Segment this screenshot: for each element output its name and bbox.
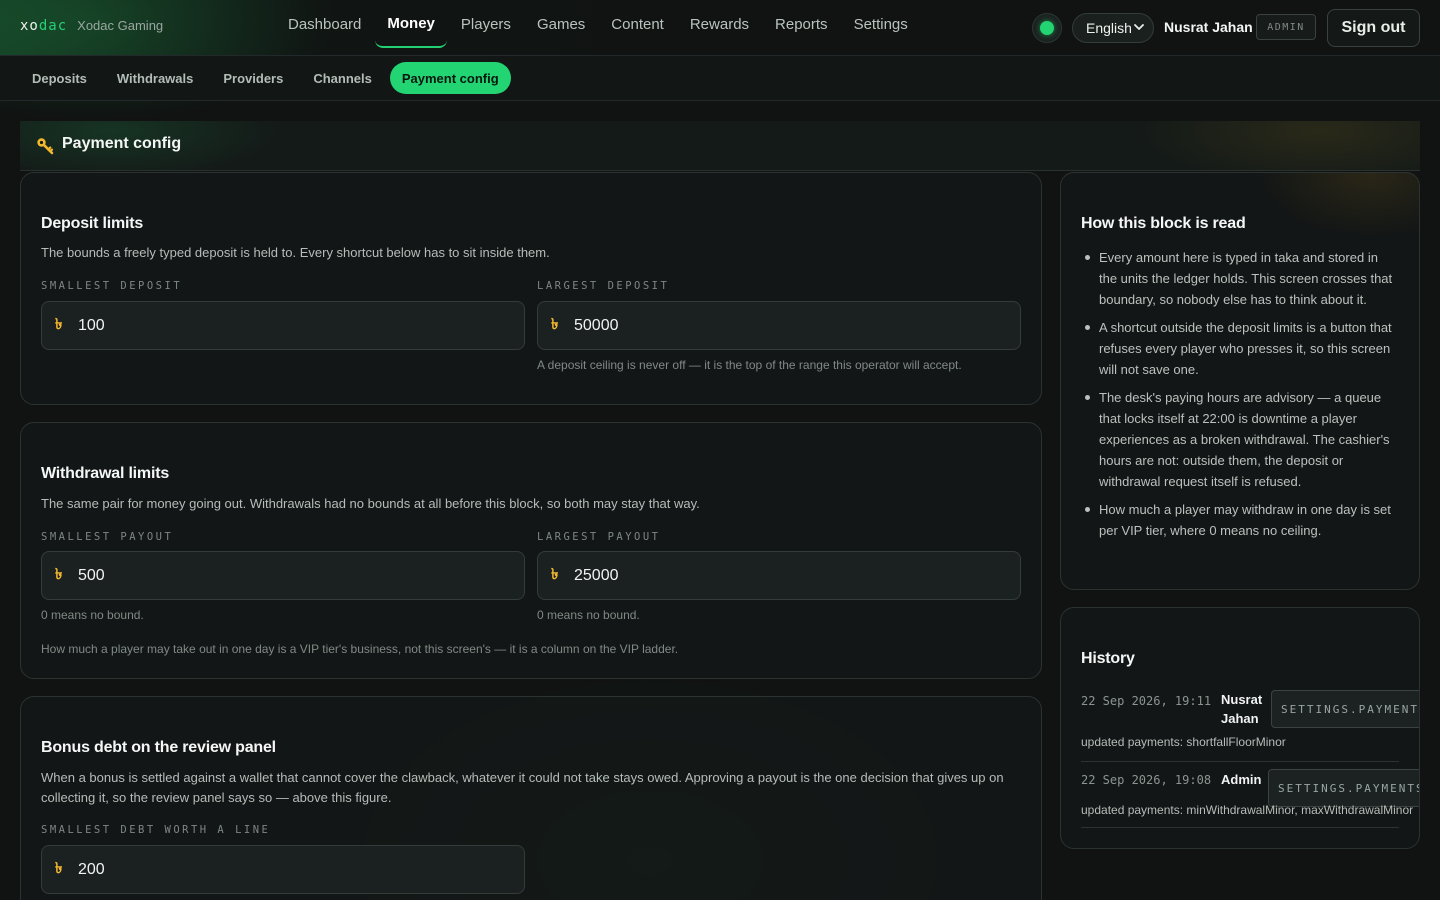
withdrawal-footnote: How much a player may take out in one da… xyxy=(41,642,679,656)
language-select-value: English xyxy=(1086,20,1132,36)
withdrawal-limits-title: Withdrawal limits xyxy=(41,465,170,482)
history-detail: updated payments: minWithdrawalMinor, ma… xyxy=(1081,803,1414,817)
top-bar: xodac Xodac Gaming Dashboard Money Playe… xyxy=(0,0,1440,56)
history-entry: 22 Sep 2026, 19:08 Admin SETTINGS.PAYMEN… xyxy=(1081,769,1419,831)
help-item: The desk's paying hours are advisory — a… xyxy=(1081,387,1399,492)
deposit-limits-description: The bounds a freely typed deposit is hel… xyxy=(41,245,550,260)
user-name: Nusrat Jahan xyxy=(1164,19,1253,35)
taka-icon: ৳ xyxy=(551,316,559,333)
history-tag: SETTINGS.PAYMENTS xyxy=(1271,690,1419,728)
deposit-limits-title: Deposit limits xyxy=(41,215,144,232)
smallest-payout-value: 500 xyxy=(78,566,105,584)
page-header: Payment config xyxy=(20,121,1420,171)
status-indicator[interactable] xyxy=(1032,13,1062,43)
largest-payout-input[interactable]: ৳ 25000 xyxy=(537,551,1021,600)
history-divider xyxy=(1081,827,1399,828)
smallest-payout-input[interactable]: ৳ 500 xyxy=(41,551,525,600)
status-dot-icon xyxy=(1040,21,1054,35)
largest-deposit-hint: A deposit ceiling is never off — it is t… xyxy=(537,358,962,372)
smallest-deposit-input[interactable]: ৳ 100 xyxy=(41,301,525,350)
largest-deposit-label: LARGEST DEPOSIT xyxy=(537,280,670,292)
smallest-deposit-value: 100 xyxy=(78,316,105,334)
brand-name: Xodac Gaming xyxy=(77,18,164,33)
largest-deposit-input[interactable]: ৳ 50000 xyxy=(537,301,1021,350)
language-select[interactable]: English xyxy=(1072,13,1154,43)
history-card: History 22 Sep 2026, 19:11 Nusrat Jahan … xyxy=(1060,607,1420,849)
tab-channels[interactable]: Channels xyxy=(301,62,384,94)
taka-icon: ৳ xyxy=(55,860,63,877)
taka-icon: ৳ xyxy=(55,316,63,333)
brand-logo: xodac xyxy=(20,18,68,34)
smallest-payout-label: SMALLEST PAYOUT xyxy=(41,531,174,543)
history-tag: SETTINGS.PAYMENTS xyxy=(1268,769,1419,807)
bonus-debt-title: Bonus debt on the review panel xyxy=(41,739,276,756)
history-divider xyxy=(1081,761,1399,762)
smallest-debt-label: SMALLEST DEBT WORTH A LINE xyxy=(41,824,271,836)
nav-item-reports[interactable]: Reports xyxy=(763,0,840,48)
nav-item-content[interactable]: Content xyxy=(599,0,676,48)
tab-providers[interactable]: Providers xyxy=(211,62,295,94)
bonus-debt-description: When a bonus is settled against a wallet… xyxy=(41,770,1004,805)
sub-nav: Deposits Withdrawals Providers Channels … xyxy=(0,56,1440,101)
help-list: Every amount here is typed in taka and s… xyxy=(1081,247,1399,548)
deposit-limits-card: Deposit limits The bounds a freely typed… xyxy=(20,172,1042,405)
largest-payout-hint: 0 means no bound. xyxy=(537,608,640,622)
history-time: 22 Sep 2026, 19:08 xyxy=(1081,773,1212,787)
smallest-debt-input[interactable]: ৳ 200 xyxy=(41,845,525,894)
brand[interactable]: xodac Xodac Gaming xyxy=(20,18,163,34)
help-item: Every amount here is typed in taka and s… xyxy=(1081,247,1399,310)
history-title: History xyxy=(1081,650,1135,667)
taka-icon: ৳ xyxy=(551,566,559,583)
smallest-debt-value: 200 xyxy=(78,860,105,878)
help-item: How much a player may withdraw in one da… xyxy=(1081,499,1399,541)
main-nav: Dashboard Money Players Games Content Re… xyxy=(276,0,922,56)
withdrawal-limits-description: The same pair for money going out. Withd… xyxy=(41,496,700,511)
nav-item-games[interactable]: Games xyxy=(525,0,597,48)
nav-item-players[interactable]: Players xyxy=(449,0,523,48)
tab-deposits[interactable]: Deposits xyxy=(20,62,99,94)
history-actor: Nusrat Jahan xyxy=(1221,692,1263,726)
help-title: How this block is read xyxy=(1081,215,1246,232)
nav-item-money[interactable]: Money xyxy=(375,0,447,48)
key-icon xyxy=(37,138,54,155)
largest-payout-label: LARGEST PAYOUT xyxy=(537,531,661,543)
taka-icon: ৳ xyxy=(55,566,63,583)
sign-out-button[interactable]: Sign out xyxy=(1327,9,1420,47)
tab-withdrawals[interactable]: Withdrawals xyxy=(105,62,205,94)
history-detail: updated payments: shortfallFloorMinor xyxy=(1081,735,1286,749)
history-actor: Admin xyxy=(1221,772,1262,787)
help-item: A shortcut outside the deposit limits is… xyxy=(1081,317,1399,380)
chevron-down-icon xyxy=(1134,24,1144,30)
nav-item-rewards[interactable]: Rewards xyxy=(678,0,761,48)
withdrawal-limits-card: Withdrawal limits The same pair for mone… xyxy=(20,422,1042,679)
largest-payout-value: 25000 xyxy=(574,566,619,584)
role-badge: ADMIN xyxy=(1256,14,1316,40)
smallest-deposit-label: SMALLEST DEPOSIT xyxy=(41,280,183,292)
help-card: How this block is read Every amount here… xyxy=(1060,172,1420,590)
tab-payment-config[interactable]: Payment config xyxy=(389,62,511,94)
nav-item-settings[interactable]: Settings xyxy=(842,0,920,48)
smallest-payout-hint: 0 means no bound. xyxy=(41,608,144,622)
history-entry: 22 Sep 2026, 19:11 Nusrat Jahan SETTINGS… xyxy=(1081,688,1419,763)
page-title: Payment config xyxy=(62,135,182,152)
nav-item-dashboard[interactable]: Dashboard xyxy=(276,0,373,48)
largest-deposit-value: 50000 xyxy=(574,316,619,334)
history-time: 22 Sep 2026, 19:11 xyxy=(1081,694,1212,708)
bonus-debt-card: Bonus debt on the review panel When a bo… xyxy=(20,696,1042,900)
